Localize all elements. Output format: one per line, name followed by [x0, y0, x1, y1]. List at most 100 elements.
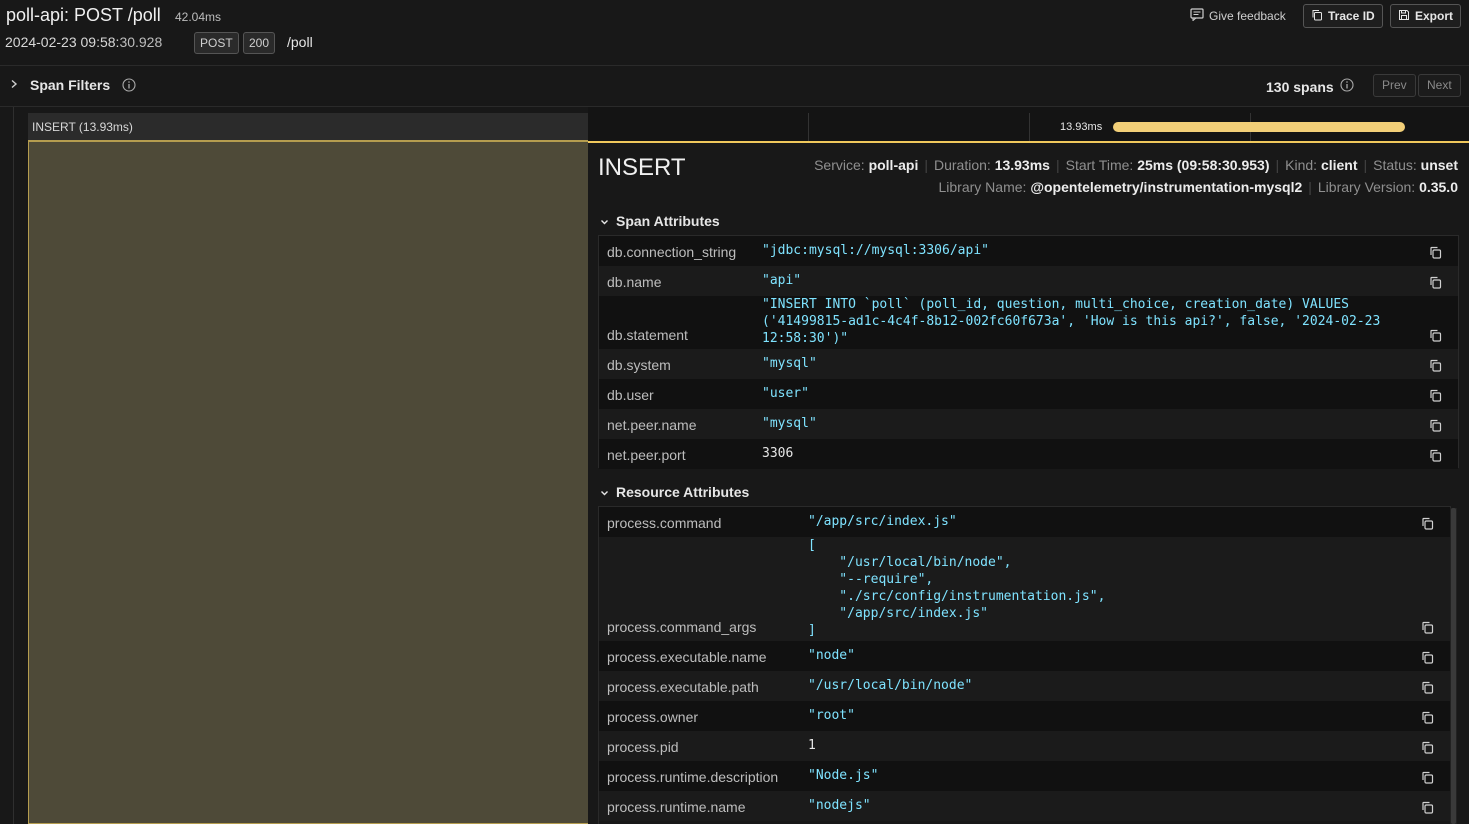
save-icon: [1398, 9, 1410, 24]
copy-icon[interactable]: [1429, 359, 1442, 377]
attribute-value: 1: [808, 738, 816, 753]
span-count: 130 spans: [1266, 78, 1354, 95]
attribute-key: db.name: [607, 274, 662, 290]
copy-icon[interactable]: [1429, 276, 1442, 294]
attribute-key: process.pid: [607, 739, 679, 755]
attribute-row: process.owner "root": [599, 701, 1450, 731]
attribute-value: "/usr/local/bin/node": [808, 678, 973, 693]
chevron-right-icon[interactable]: [10, 78, 18, 92]
attribute-key: process.owner: [607, 709, 699, 725]
timeline-gridline: [808, 113, 809, 141]
trace-timestamp: 2024-02-23 09:58:30.928: [5, 34, 162, 50]
export-label: Export: [1415, 9, 1454, 23]
attribute-key: process.runtime.description: [607, 769, 779, 785]
span-attributes-toggle[interactable]: Span Attributes: [600, 213, 720, 229]
attribute-value: "root": [808, 708, 855, 723]
attribute-value: [ "/usr/local/bin/node", "--require", ".…: [808, 538, 1106, 638]
span-waterfall-pane: INSERT (13.93ms): [0, 107, 588, 824]
library-name-label: Library Name:: [938, 179, 1027, 195]
span-attributes-table: db.connection_string "jdbc:mysql://mysql:…: [598, 235, 1459, 469]
attribute-key: process.executable.name: [607, 649, 767, 665]
copy-icon[interactable]: [1421, 621, 1434, 639]
selected-span-row-label: INSERT (13.93ms): [32, 120, 133, 134]
resource-attributes-toggle[interactable]: Resource Attributes: [600, 484, 749, 500]
trace-header: poll-api: POST /poll 42.04ms 2024-02-23 …: [0, 0, 1469, 66]
kind-value: client: [1320, 157, 1358, 173]
copy-icon[interactable]: [1421, 517, 1434, 535]
timestamp-seconds: 30.928: [119, 34, 163, 50]
export-button[interactable]: Export: [1390, 4, 1462, 28]
copy-icon[interactable]: [1429, 419, 1442, 437]
resource-attributes-table: process.command "/app/src/index.js" proces…: [598, 506, 1451, 824]
attribute-row: process.pid 1: [599, 731, 1450, 761]
span-meta-secondary: Library Name: @opentelemetry/instrumenta…: [938, 179, 1459, 195]
library-version-label: Library Version:: [1317, 179, 1416, 195]
method-badge: POST: [194, 32, 239, 54]
attribute-row: db.connection_string "jdbc:mysql://mysql:…: [599, 236, 1458, 266]
trace-id-button[interactable]: Trace ID: [1303, 4, 1383, 28]
give-feedback-link[interactable]: Give feedback: [1190, 8, 1286, 24]
service-label: Service:: [814, 157, 865, 173]
start-time-label: Start Time:: [1065, 157, 1134, 173]
give-feedback-label: Give feedback: [1209, 9, 1286, 23]
attribute-key: db.user: [607, 387, 654, 403]
copy-icon[interactable]: [1421, 681, 1434, 699]
info-circle-icon[interactable]: [122, 78, 136, 97]
attribute-key: db.statement: [607, 327, 688, 343]
span-count-label: 130 spans: [1266, 78, 1334, 95]
span-attributes-title: Span Attributes: [616, 213, 720, 229]
next-button[interactable]: Next: [1418, 74, 1461, 97]
copy-icon[interactable]: [1421, 711, 1434, 729]
timeline-gridline: [1029, 113, 1030, 141]
page-title: poll-api: POST /poll: [6, 5, 161, 25]
timestamp-main: 2024-02-23 09:58:: [5, 34, 120, 50]
attribute-key: process.command: [607, 515, 722, 531]
chevron-down-icon: [600, 484, 609, 500]
route-path: /poll: [287, 34, 313, 50]
attribute-value: "Node.js": [808, 768, 879, 783]
attribute-value: "user": [762, 386, 809, 401]
attribute-key: net.peer.port: [607, 447, 686, 463]
attribute-row: db.statement "INSERT INTO `poll` (poll_id…: [599, 296, 1458, 349]
attribute-value: "/app/src/index.js": [808, 514, 957, 529]
attribute-row: net.peer.port 3306: [599, 439, 1458, 469]
attribute-row: process.runtime.name "nodejs": [599, 791, 1450, 821]
span-filters-toggle[interactable]: Span Filters: [30, 77, 110, 93]
span-bar-duration-label: 13.93ms: [1060, 121, 1103, 133]
span-meta-primary: Service: poll-api | Duration: 13.93ms | Star…: [814, 157, 1458, 173]
attribute-value: "jdbc:mysql://mysql:3306/api": [762, 243, 989, 258]
prev-button[interactable]: Prev: [1373, 74, 1416, 97]
attribute-row: process.runtime.description "Node.js": [599, 761, 1450, 791]
attribute-row: db.user "user": [599, 379, 1458, 409]
status-code-badge: 200: [243, 32, 276, 54]
chat-bubble-icon: [1190, 8, 1204, 24]
copy-icon[interactable]: [1429, 246, 1442, 264]
trace-duration: 42.04ms: [175, 10, 222, 24]
span-name: INSERT: [598, 154, 686, 181]
attribute-value: "INSERT INTO `poll` (poll_id, question, …: [762, 297, 1381, 346]
attribute-value: "mysql": [762, 356, 817, 371]
attributes-scrollbar[interactable]: [1451, 508, 1456, 824]
attribute-key: process.runtime.name: [607, 799, 746, 815]
copy-icon[interactable]: [1421, 801, 1434, 819]
copy-icon[interactable]: [1421, 771, 1434, 789]
kind-label: Kind:: [1285, 157, 1318, 173]
span-detail-pane: INSERT Service: poll-api | Duration: 13.93…: [588, 145, 1469, 824]
copy-icon[interactable]: [1429, 449, 1442, 467]
copy-icon[interactable]: [1421, 741, 1434, 759]
attribute-row: process.command_args [ "/usr/local/bin/no…: [599, 537, 1450, 641]
span-timeline: 13.93ms: [588, 107, 1469, 143]
span-filters-bar: Span Filters 130 spans Prev Next: [0, 66, 1469, 107]
info-circle-icon[interactable]: [1340, 78, 1354, 95]
trace-id-label: Trace ID: [1328, 9, 1375, 23]
attribute-value: "api": [762, 273, 802, 288]
span-duration-bar[interactable]: [1113, 122, 1405, 132]
copy-icon[interactable]: [1429, 389, 1442, 407]
attribute-row: process.executable.path "/usr/local/bin/n…: [599, 671, 1450, 701]
attribute-value: "mysql": [762, 416, 817, 431]
duration-value: 13.93ms: [994, 157, 1050, 173]
selected-span-row[interactable]: INSERT (13.93ms): [28, 113, 588, 141]
copy-icon[interactable]: [1421, 651, 1434, 669]
copy-icon[interactable]: [1429, 329, 1442, 347]
attribute-key: db.connection_string: [607, 244, 737, 260]
